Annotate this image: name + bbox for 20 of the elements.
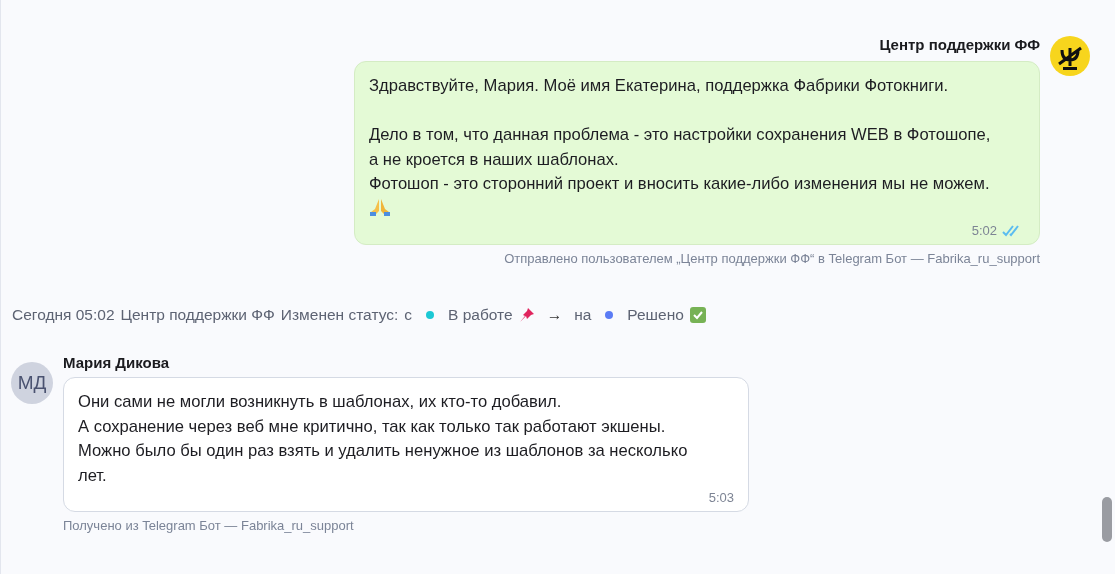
- message-time: 5:02: [971, 223, 997, 238]
- status-action: Изменен статус:: [280, 306, 399, 324]
- user-avatar: МД: [11, 362, 53, 404]
- sender-name: Мария Дикова: [63, 354, 170, 371]
- scrollbar-thumb[interactable]: [1102, 497, 1112, 542]
- sender-name: Центр поддержки ФФ: [879, 36, 1040, 53]
- message-text: Здравствуйте, Мария. Моё имя Екатерина, поддержка Фабрики Фотокниги. Дело в том, что данная проблема - это настройки сохранения WEB в Фотошопе, а не кроется в наших шаблонах. Фотошоп - это сторонний проект и вносить какие-либо изменения мы не можем.: [369, 74, 1025, 221]
- status-from-word: с: [404, 306, 413, 324]
- status-label: В работе: [448, 306, 513, 324]
- message-footer: Получено из Telegram Бот — Fabrika_ru_support: [63, 518, 354, 533]
- status-label: Решено: [627, 306, 684, 324]
- status-date: Сегодня 05:02: [12, 306, 115, 324]
- status-author: Центр поддержки ФФ: [120, 306, 275, 324]
- message-footer: Отправлено пользователем „Центр поддержки ФФ“ в Telegram Бот — Fabrika_ru_support: [504, 251, 1040, 266]
- message-time: 5:03: [708, 490, 734, 505]
- pushpin-icon: [518, 307, 535, 323]
- arrow-glyph: →: [546, 306, 563, 324]
- status-to-word: на: [574, 306, 592, 324]
- checkmark-icon: [689, 307, 706, 323]
- message-text: Они сами не могли возникнуть в шаблонах, их кто-то добавил. А сохранение через веб мне критично, так как только так работают экшены. Можно было бы один раз взять и удалить ненужное из шаблонов за несколько лет.: [78, 391, 689, 487]
